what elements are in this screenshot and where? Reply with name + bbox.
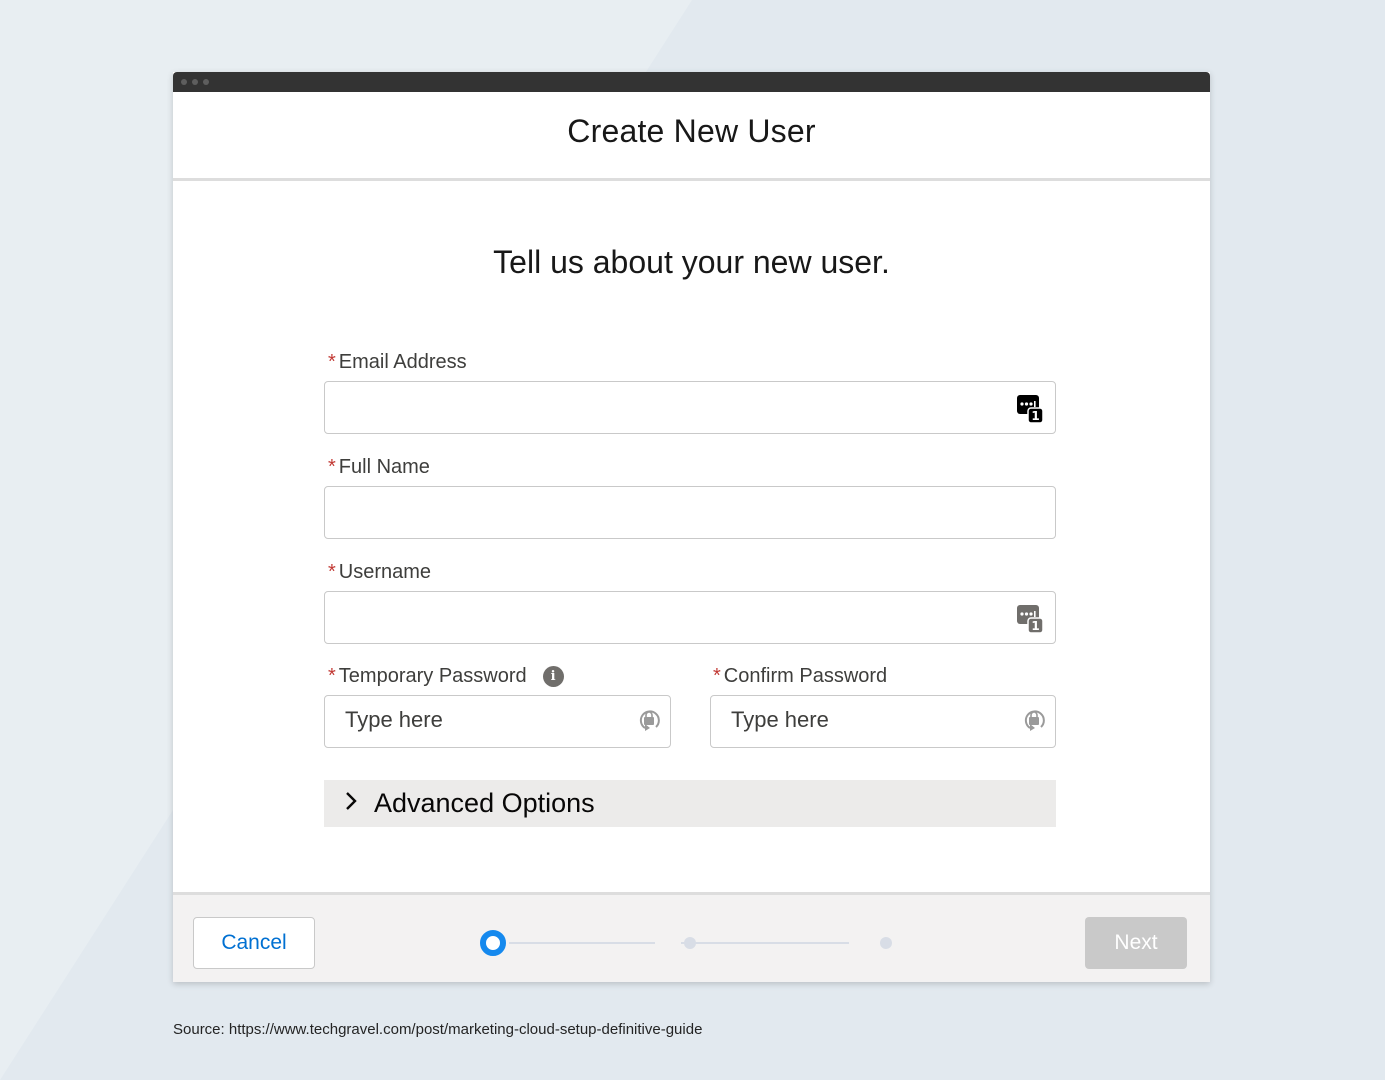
svg-text:1: 1	[1031, 619, 1039, 633]
password-manager-icon[interactable]: 1	[1017, 395, 1044, 430]
window-dot-3	[203, 79, 209, 85]
required-marker: *	[328, 561, 336, 583]
svg-text:1: 1	[1031, 409, 1039, 423]
window-titlebar	[173, 72, 1210, 92]
temp-password-field[interactable]: Type here	[324, 695, 671, 748]
temp-password-label: * Temporary Password i	[328, 665, 564, 688]
temp-password-label-text: Temporary Password	[338, 665, 527, 687]
confirm-password-placeholder: Type here	[731, 707, 829, 732]
create-user-dialog: Create New User Tell us about your new u…	[173, 72, 1210, 982]
progress-step-3[interactable]	[880, 937, 892, 949]
required-marker: *	[713, 665, 721, 687]
confirm-password-label-text: Confirm Password	[723, 665, 888, 687]
progress-line-2	[681, 942, 849, 944]
username-label-text: Username	[338, 561, 432, 583]
dialog-header: Create New User	[173, 92, 1210, 181]
full-name-label: * Full Name	[328, 456, 430, 479]
source-caption: Source: https://www.techgravel.com/post/…	[173, 1021, 703, 1038]
confirm-password-label: * Confirm Password	[713, 665, 887, 688]
progress-line-1	[509, 942, 655, 944]
full-name-label-text: Full Name	[338, 456, 430, 478]
confirm-password-field[interactable]: Type here	[710, 695, 1056, 748]
temp-password-placeholder: Type here	[345, 707, 443, 732]
progress-indicator	[473, 925, 903, 961]
advanced-options-toggle[interactable]: Advanced Options	[324, 780, 1056, 827]
next-button[interactable]: Next	[1085, 917, 1187, 969]
email-label: * Email Address	[328, 351, 467, 374]
window-dot-2	[192, 79, 198, 85]
form-subtitle: Tell us about your new user.	[493, 244, 890, 280]
window-dot-1	[181, 79, 187, 85]
email-field[interactable]: 1	[324, 381, 1056, 434]
password-manager-icon[interactable]: 1	[1017, 605, 1044, 640]
required-marker: *	[328, 456, 336, 478]
dialog-footer: Cancel Next	[173, 892, 1210, 982]
required-marker: *	[328, 351, 336, 373]
advanced-options-label: Advanced Options	[374, 788, 595, 818]
lock-refresh-icon[interactable]	[1022, 707, 1046, 740]
username-field[interactable]: 1	[324, 591, 1056, 644]
progress-step-2[interactable]	[684, 937, 696, 949]
email-label-text: Email Address	[338, 351, 467, 373]
lock-refresh-icon[interactable]	[637, 707, 661, 740]
page-title: Create New User	[567, 112, 816, 149]
username-label: * Username	[328, 561, 431, 584]
chevron-right-icon	[344, 791, 358, 816]
required-marker: *	[328, 665, 336, 687]
full-name-field[interactable]	[324, 486, 1056, 539]
info-icon[interactable]: i	[542, 666, 564, 687]
cancel-button[interactable]: Cancel	[193, 917, 315, 969]
progress-step-1[interactable]	[480, 930, 506, 956]
